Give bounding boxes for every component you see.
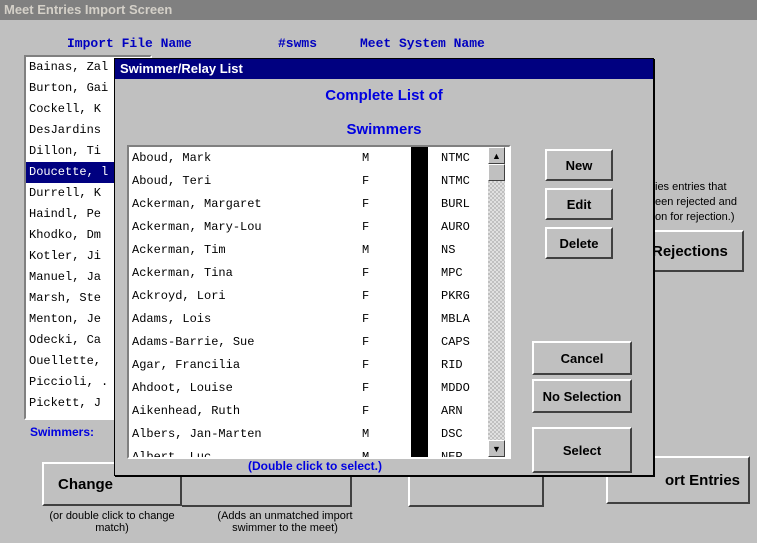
swimmer-row[interactable]: Ahdoot, Louise F MDDO (129, 377, 509, 400)
swimmer-row[interactable]: Aikenhead, Ruth F ARN (129, 400, 509, 423)
swimmer-gender: F (362, 404, 370, 418)
swimmer-team: PKRG (441, 289, 470, 303)
select-button[interactable]: Select (532, 427, 632, 473)
scroll-thumb[interactable] (488, 164, 505, 181)
swimmer-list-scrollbar[interactable]: ▲ ▼ (488, 147, 505, 457)
swimmer-team: NTMC (441, 151, 470, 165)
scroll-up-icon[interactable]: ▲ (488, 147, 505, 164)
swimmer-gender: F (362, 335, 370, 349)
delete-button[interactable]: Delete (545, 227, 613, 259)
swimmer-gender: M (362, 427, 370, 441)
swimmers-count-label: Swimmers: (30, 425, 95, 439)
swimmer-gender: F (362, 289, 370, 303)
window-title: Meet Entries Import Screen (0, 0, 757, 20)
swimmer-row[interactable]: Ackerman, Tim M NS (129, 239, 509, 262)
swimmer-name: Ackroyd, Lori (132, 289, 226, 303)
swimmer-name: Adams-Barrie, Sue (132, 335, 255, 349)
header-swms: #swms (278, 36, 318, 51)
swimmer-name: Aboud, Mark (132, 151, 212, 165)
change-note: (or double click to change match) (49, 510, 175, 534)
swimmer-team: ARN (441, 404, 463, 418)
swimmer-team: AURO (441, 220, 470, 234)
add-note: (Adds an unmatched import swimmer to the… (217, 510, 353, 534)
swimmer-name: Ackerman, Margaret (132, 197, 262, 211)
rejections-button[interactable]: Rejections (648, 230, 744, 272)
swimmer-gender: F (362, 358, 370, 372)
swimmer-row[interactable]: Aboud, Teri F NTMC (129, 170, 509, 193)
no-selection-button[interactable]: No Selection (532, 379, 632, 413)
swimmer-team: MPC (441, 266, 463, 280)
swimmer-team: DSC (441, 427, 463, 441)
swimmer-gender: M (362, 450, 370, 459)
dialog-heading-line1: Complete List of (325, 87, 443, 104)
swimmer-name: Ackerman, Tim (132, 243, 226, 257)
swimmer-name: Adams, Lois (132, 312, 212, 326)
swimmer-row[interactable]: Adams-Barrie, Sue F CAPS (129, 331, 509, 354)
swimmer-name: Albert, Luc (132, 450, 212, 459)
dialog-title: Swimmer/Relay List (115, 59, 653, 79)
rejections-info-text: ies entries that een rejected and on for… (655, 181, 737, 223)
cancel-button[interactable]: Cancel (532, 341, 632, 375)
swimmer-name: Ahdoot, Louise (132, 381, 233, 395)
swimmer-row[interactable]: Ackroyd, Lori F PKRG (129, 285, 509, 308)
swimmer-row[interactable]: Ackerman, Mary-Lou F AURO (129, 216, 509, 239)
swimmer-gender: M (362, 243, 370, 257)
swimmer-team: CAPS (441, 335, 470, 349)
dialog-heading-line2: Swimmers (346, 121, 422, 138)
swimmer-row[interactable]: Ackerman, Tina F MPC (129, 262, 509, 285)
swimmer-gender: M (362, 151, 370, 165)
header-import-file-name: Import File Name (67, 36, 192, 51)
swimmer-gender: F (362, 174, 370, 188)
swimmer-name: Aboud, Teri (132, 174, 212, 188)
swimmer-gender: F (362, 220, 370, 234)
double-click-hint: (Double click to select.) (247, 459, 383, 473)
swimmer-name: Albers, Jan-Marten (132, 427, 262, 441)
swimmer-team: NEP (441, 450, 463, 459)
swimmer-row[interactable]: Ackerman, Margaret F BURL (129, 193, 509, 216)
swimmer-name: Aikenhead, Ruth (132, 404, 241, 418)
swimmer-list[interactable]: Aboud, Mark M NTMC Aboud, Teri F NTMC Ackerman… (127, 145, 511, 459)
swimmer-name: Agar, Francilia (132, 358, 241, 372)
swimmer-gender: F (362, 312, 370, 326)
swimmer-gender: F (362, 197, 370, 211)
swimmer-team: MBLA (441, 312, 470, 326)
swimmer-row[interactable]: Agar, Francilia F RID (129, 354, 509, 377)
swimmer-row[interactable]: Adams, Lois F MBLA (129, 308, 509, 331)
edit-button[interactable]: Edit (545, 188, 613, 220)
swimmer-team: NTMC (441, 174, 470, 188)
swimmer-team: MDDO (441, 381, 470, 395)
swimmer-relay-dialog: Swimmer/Relay List Complete List of Swim… (114, 58, 654, 476)
swimmer-row[interactable]: Albers, Jan-Marten M DSC (129, 423, 509, 446)
new-button[interactable]: New (545, 149, 613, 181)
swimmer-team: RID (441, 358, 463, 372)
swimmer-gender: F (362, 381, 370, 395)
swimmer-name: Ackerman, Tina (132, 266, 233, 280)
swimmer-row[interactable]: Aboud, Mark M NTMC (129, 147, 509, 170)
scroll-down-icon[interactable]: ▼ (488, 440, 505, 457)
swimmer-team: BURL (441, 197, 470, 211)
header-meet-system-name: Meet System Name (360, 36, 485, 51)
swimmer-gender: F (362, 266, 370, 280)
swimmer-name: Ackerman, Mary-Lou (132, 220, 262, 234)
swimmer-row[interactable]: Albert, Luc M NEP (129, 446, 509, 459)
swimmer-team: NS (441, 243, 456, 257)
